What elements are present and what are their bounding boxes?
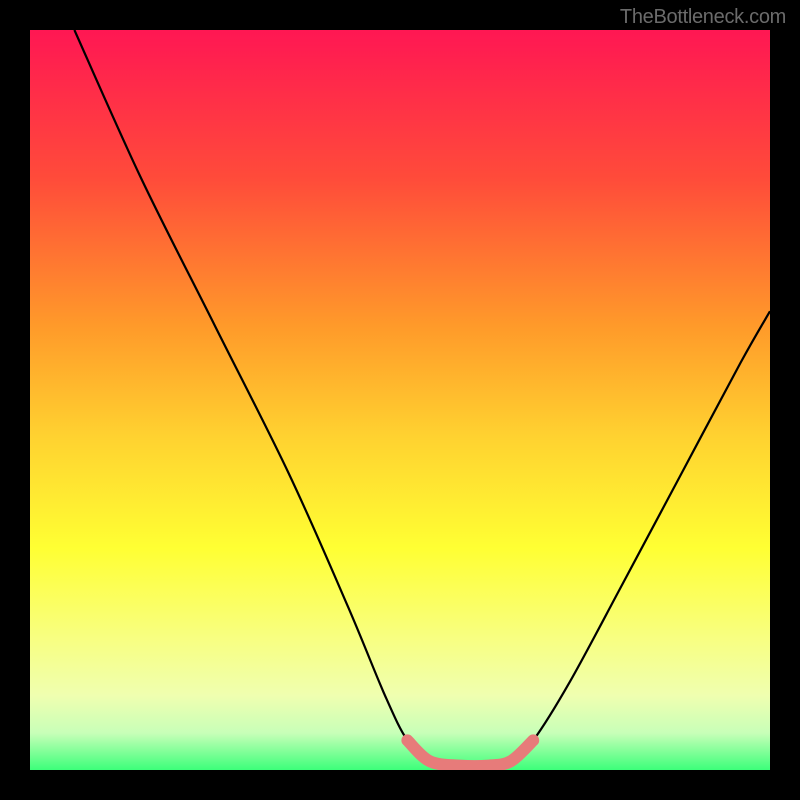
chart-svg (30, 30, 770, 770)
chart-background (30, 30, 770, 770)
watermark-text: TheBottleneck.com (620, 6, 786, 29)
chart-frame (30, 30, 770, 770)
